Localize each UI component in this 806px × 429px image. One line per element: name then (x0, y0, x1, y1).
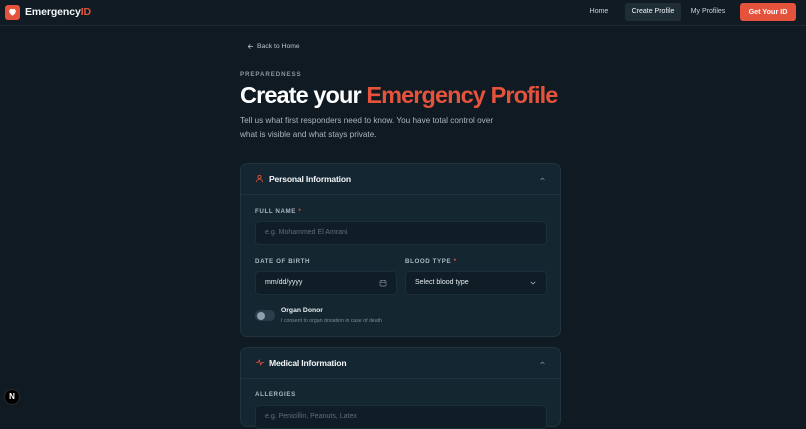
medical-information-section: Medical Information ALLERGIES e.g. Penic… (240, 347, 561, 429)
page-title: Create your Emergency Profile (240, 82, 558, 108)
full-name-input[interactable]: e.g. Mohammed El Amrani (255, 221, 547, 245)
nav-my-profiles-link[interactable]: My Profiles (684, 3, 732, 21)
top-navigation-bar: EmergencyID Home Create Profile My Profi… (0, 0, 806, 26)
medical-section-title: Medical Information (269, 358, 347, 368)
back-to-home-link[interactable]: Back to Home (247, 43, 300, 50)
toggle-knob (256, 311, 265, 320)
chevron-down-icon (530, 281, 536, 285)
brand[interactable]: EmergencyID (5, 4, 91, 20)
nav-home-link[interactable]: Home (582, 3, 616, 21)
dev-tools-badge[interactable]: N (4, 389, 20, 405)
page-subtitle: Tell us what first responders need to kn… (240, 116, 494, 139)
personal-section-header[interactable]: Personal Information (241, 164, 560, 195)
get-your-id-button[interactable]: Get Your ID (740, 3, 796, 21)
chevron-up-icon[interactable] (539, 360, 546, 366)
date-of-birth-label: DATE OF BIRTH (255, 258, 311, 265)
blood-type-select[interactable]: Select blood type (405, 271, 547, 295)
full-name-label: FULL NAME * (255, 208, 302, 215)
back-link-label: Back to Home (257, 43, 300, 50)
heartbeat-icon (255, 359, 265, 366)
brand-name: EmergencyID (25, 6, 92, 18)
organ-donor-description: I consent to organ donation in case of d… (281, 318, 382, 324)
calendar-icon[interactable] (379, 279, 387, 287)
page-eyebrow: PREPAREDNESS (240, 71, 302, 78)
arrow-left-icon (247, 44, 254, 49)
allergies-input[interactable]: e.g. Penicillin, Peanuts, Latex (255, 405, 547, 429)
date-of-birth-value: mm/dd/yyyy (265, 279, 303, 286)
heart-logo-icon (5, 4, 20, 20)
blood-type-label: BLOOD TYPE * (405, 258, 457, 265)
user-icon (256, 175, 263, 183)
personal-section-title: Personal Information (269, 174, 351, 184)
chevron-up-icon[interactable] (539, 176, 546, 182)
date-of-birth-input[interactable]: mm/dd/yyyy (255, 271, 397, 295)
medical-section-header[interactable]: Medical Information (241, 348, 560, 379)
blood-type-value: Select blood type (415, 279, 469, 286)
personal-information-section: Personal Information FULL NAME * e.g. Mo… (240, 163, 561, 337)
nav-create-profile-link[interactable]: Create Profile (625, 3, 681, 21)
allergies-label: ALLERGIES (255, 391, 296, 398)
organ-donor-title: Organ Donor (281, 307, 323, 314)
organ-donor-toggle[interactable] (255, 310, 275, 321)
